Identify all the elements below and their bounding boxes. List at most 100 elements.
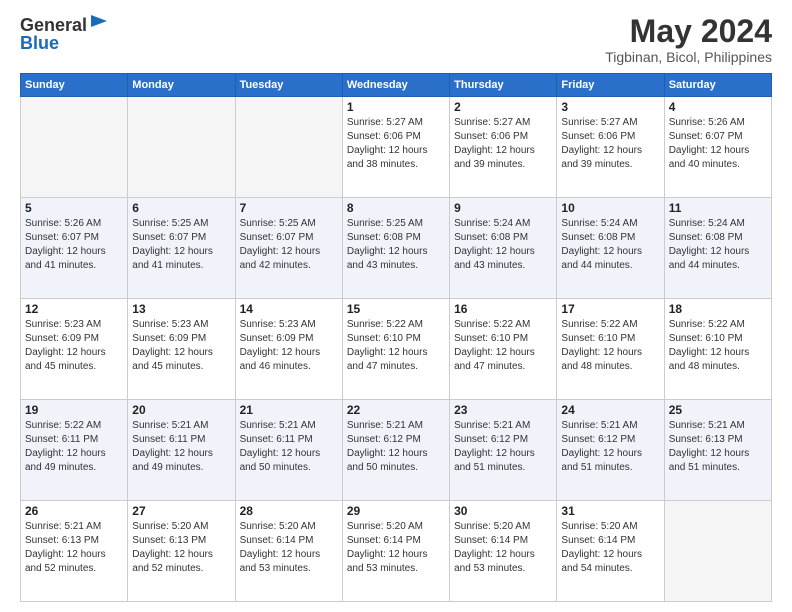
calendar-cell: 23 Sunrise: 5:21 AMSunset: 6:12 PMDayligh…: [450, 400, 557, 501]
day-info: Sunrise: 5:22 AMSunset: 6:10 PMDaylight:…: [347, 318, 445, 374]
weekday-header-friday: Friday: [557, 74, 664, 97]
day-number: 11: [669, 201, 767, 215]
calendar-cell: 31 Sunrise: 5:20 AMSunset: 6:14 PMDayligh…: [557, 501, 664, 602]
day-number: 15: [347, 302, 445, 316]
day-number: 7: [240, 201, 338, 215]
day-number: 25: [669, 403, 767, 417]
day-number: 5: [25, 201, 123, 215]
logo-flag-icon: [89, 13, 109, 33]
day-info: Sunrise: 5:21 AMSunset: 6:12 PMDaylight:…: [347, 419, 445, 475]
day-number: 2: [454, 100, 552, 114]
calendar-cell: 26Sunrise: 5:21 AMSunset: 6:13 PMDayligh…: [21, 501, 128, 602]
calendar-cell: 15 Sunrise: 5:22 AMSunset: 6:10 PMDayligh…: [342, 299, 449, 400]
calendar-week-row: 1 Sunrise: 5:27 AMSunset: 6:06 PMDaylight…: [21, 97, 772, 198]
calendar-cell: 28Sunrise: 5:20 AMSunset: 6:14 PMDayligh…: [235, 501, 342, 602]
calendar-cell: [128, 97, 235, 198]
day-number: 18: [669, 302, 767, 316]
day-info: Sunrise: 5:21 AMSunset: 6:11 PMDaylight:…: [240, 419, 338, 475]
day-number: 23: [454, 403, 552, 417]
calendar-cell: 30 Sunrise: 5:20 AMSunset: 6:14 PMDayligh…: [450, 501, 557, 602]
calendar-cell: 3Sunrise: 5:27 AMSunset: 6:06 PMDaylight…: [557, 97, 664, 198]
day-info: Sunrise: 5:25 AMSunset: 6:08 PMDaylight:…: [347, 217, 445, 273]
page: General Blue May 2024 Tigbinan, Bicol, P…: [0, 0, 792, 612]
day-info: Sunrise: 5:26 AMSunset: 6:07 PMDaylight:…: [669, 116, 767, 172]
month-title: May 2024: [605, 15, 772, 47]
calendar-cell: 12Sunrise: 5:23 AMSunset: 6:09 PMDayligh…: [21, 299, 128, 400]
calendar-week-row: 5 Sunrise: 5:26 AMSunset: 6:07 PMDaylight…: [21, 198, 772, 299]
day-number: 20: [132, 403, 230, 417]
day-info: Sunrise: 5:20 AMSunset: 6:13 PMDaylight:…: [132, 520, 230, 576]
calendar-cell: [21, 97, 128, 198]
day-number: 10: [561, 201, 659, 215]
day-info: Sunrise: 5:21 AMSunset: 6:12 PMDaylight:…: [454, 419, 552, 475]
day-info: Sunrise: 5:20 AMSunset: 6:14 PMDaylight:…: [347, 520, 445, 576]
day-info: Sunrise: 5:22 AMSunset: 6:10 PMDaylight:…: [561, 318, 659, 374]
day-number: 1: [347, 100, 445, 114]
location: Tigbinan, Bicol, Philippines: [605, 49, 772, 65]
calendar-cell: 24Sunrise: 5:21 AMSunset: 6:12 PMDayligh…: [557, 400, 664, 501]
weekday-header-monday: Monday: [128, 74, 235, 97]
logo-blue: Blue: [20, 33, 109, 54]
day-info: Sunrise: 5:20 AMSunset: 6:14 PMDaylight:…: [454, 520, 552, 576]
weekday-header-tuesday: Tuesday: [235, 74, 342, 97]
calendar-table: SundayMondayTuesdayWednesdayThursdayFrid…: [20, 73, 772, 602]
day-number: 13: [132, 302, 230, 316]
calendar-cell: 10 Sunrise: 5:24 AMSunset: 6:08 PMDayligh…: [557, 198, 664, 299]
calendar-cell: 13 Sunrise: 5:23 AMSunset: 6:09 PMDayligh…: [128, 299, 235, 400]
title-block: May 2024 Tigbinan, Bicol, Philippines: [605, 15, 772, 65]
day-info: Sunrise: 5:25 AMSunset: 6:07 PMDaylight:…: [240, 217, 338, 273]
day-info: Sunrise: 5:21 AMSunset: 6:12 PMDaylight:…: [561, 419, 659, 475]
calendar-cell: 29 Sunrise: 5:20 AMSunset: 6:14 PMDayligh…: [342, 501, 449, 602]
day-info: Sunrise: 5:20 AMSunset: 6:14 PMDaylight:…: [240, 520, 338, 576]
calendar-cell: 21Sunrise: 5:21 AMSunset: 6:11 PMDayligh…: [235, 400, 342, 501]
calendar-cell: [664, 501, 771, 602]
day-info: Sunrise: 5:27 AMSunset: 6:06 PMDaylight:…: [347, 116, 445, 172]
weekday-header-row: SundayMondayTuesdayWednesdayThursdayFrid…: [21, 74, 772, 97]
calendar-cell: 1 Sunrise: 5:27 AMSunset: 6:06 PMDaylight…: [342, 97, 449, 198]
day-number: 9: [454, 201, 552, 215]
header: General Blue May 2024 Tigbinan, Bicol, P…: [20, 15, 772, 65]
calendar-cell: 2 Sunrise: 5:27 AMSunset: 6:06 PMDaylight…: [450, 97, 557, 198]
calendar-week-row: 12Sunrise: 5:23 AMSunset: 6:09 PMDayligh…: [21, 299, 772, 400]
calendar-cell: 8Sunrise: 5:25 AMSunset: 6:08 PMDaylight…: [342, 198, 449, 299]
calendar-cell: 7 Sunrise: 5:25 AMSunset: 6:07 PMDaylight…: [235, 198, 342, 299]
day-number: 4: [669, 100, 767, 114]
day-info: Sunrise: 5:24 AMSunset: 6:08 PMDaylight:…: [669, 217, 767, 273]
weekday-header-sunday: Sunday: [21, 74, 128, 97]
calendar-cell: 20 Sunrise: 5:21 AMSunset: 6:11 PMDayligh…: [128, 400, 235, 501]
day-info: Sunrise: 5:22 AMSunset: 6:10 PMDaylight:…: [454, 318, 552, 374]
day-info: Sunrise: 5:20 AMSunset: 6:14 PMDaylight:…: [561, 520, 659, 576]
day-number: 22: [347, 403, 445, 417]
calendar-cell: 9 Sunrise: 5:24 AMSunset: 6:08 PMDaylight…: [450, 198, 557, 299]
calendar-cell: 14Sunrise: 5:23 AMSunset: 6:09 PMDayligh…: [235, 299, 342, 400]
calendar-cell: 27Sunrise: 5:20 AMSunset: 6:13 PMDayligh…: [128, 501, 235, 602]
day-info: Sunrise: 5:26 AMSunset: 6:07 PMDaylight:…: [25, 217, 123, 273]
day-info: Sunrise: 5:21 AMSunset: 6:13 PMDaylight:…: [669, 419, 767, 475]
calendar-cell: 19 Sunrise: 5:22 AMSunset: 6:11 PMDayligh…: [21, 400, 128, 501]
day-number: 3: [561, 100, 659, 114]
weekday-header-thursday: Thursday: [450, 74, 557, 97]
day-info: Sunrise: 5:21 AMSunset: 6:13 PMDaylight:…: [25, 520, 123, 576]
calendar-cell: 11 Sunrise: 5:24 AMSunset: 6:08 PMDayligh…: [664, 198, 771, 299]
calendar-cell: 16Sunrise: 5:22 AMSunset: 6:10 PMDayligh…: [450, 299, 557, 400]
calendar-cell: 5 Sunrise: 5:26 AMSunset: 6:07 PMDaylight…: [21, 198, 128, 299]
logo: General Blue: [20, 15, 109, 54]
day-number: 19: [25, 403, 123, 417]
day-info: Sunrise: 5:24 AMSunset: 6:08 PMDaylight:…: [454, 217, 552, 273]
day-info: Sunrise: 5:24 AMSunset: 6:08 PMDaylight:…: [561, 217, 659, 273]
day-info: Sunrise: 5:23 AMSunset: 6:09 PMDaylight:…: [240, 318, 338, 374]
day-info: Sunrise: 5:27 AMSunset: 6:06 PMDaylight:…: [454, 116, 552, 172]
calendar-cell: 6Sunrise: 5:25 AMSunset: 6:07 PMDaylight…: [128, 198, 235, 299]
day-info: Sunrise: 5:23 AMSunset: 6:09 PMDaylight:…: [132, 318, 230, 374]
weekday-header-saturday: Saturday: [664, 74, 771, 97]
day-info: Sunrise: 5:22 AMSunset: 6:11 PMDaylight:…: [25, 419, 123, 475]
day-number: 31: [561, 504, 659, 518]
day-number: 29: [347, 504, 445, 518]
weekday-header-wednesday: Wednesday: [342, 74, 449, 97]
day-info: Sunrise: 5:21 AMSunset: 6:11 PMDaylight:…: [132, 419, 230, 475]
calendar-cell: 18Sunrise: 5:22 AMSunset: 6:10 PMDayligh…: [664, 299, 771, 400]
day-info: Sunrise: 5:25 AMSunset: 6:07 PMDaylight:…: [132, 217, 230, 273]
calendar-week-row: 19 Sunrise: 5:22 AMSunset: 6:11 PMDayligh…: [21, 400, 772, 501]
calendar-cell: 4 Sunrise: 5:26 AMSunset: 6:07 PMDaylight…: [664, 97, 771, 198]
day-number: 30: [454, 504, 552, 518]
